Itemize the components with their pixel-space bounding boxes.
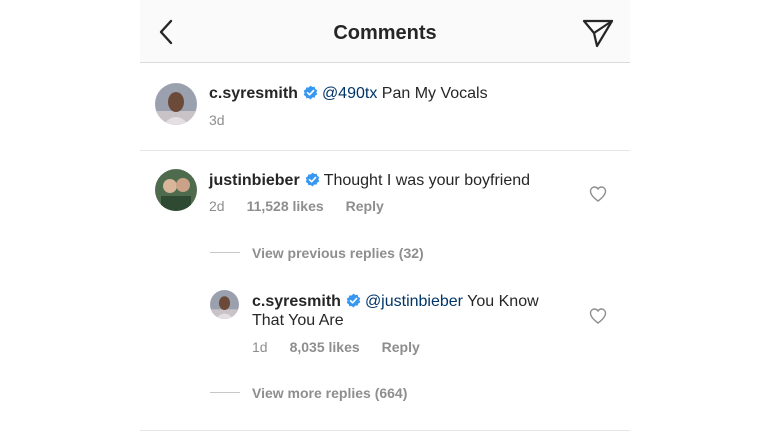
heart-icon (589, 308, 607, 324)
comment-reply-button[interactable]: Reply (346, 198, 384, 214)
reply-reply-button[interactable]: Reply (382, 339, 420, 355)
view-more-line (210, 392, 240, 393)
comment-text: justinbieber Thought I was your boyfriend (209, 171, 530, 190)
paper-plane-icon (582, 19, 614, 48)
comment-time: 2d (209, 198, 225, 214)
reply-likes[interactable]: 8,035 likes (290, 339, 360, 355)
view-more-replies[interactable]: View more replies (664) (252, 385, 407, 401)
comments-panel: Comments c.syresmith @490tx Pan My Vocals… (140, 0, 630, 432)
reply-mention[interactable]: @justinbieber (365, 293, 463, 310)
comment-like-button[interactable] (589, 186, 607, 202)
header-bar: Comments (140, 0, 630, 63)
reply-text: c.syresmith @justinbieber You Know That Y… (252, 292, 562, 330)
caption-avatar[interactable] (155, 83, 197, 125)
verified-badge-icon (305, 172, 319, 187)
reply-avatar[interactable] (210, 290, 239, 319)
reply-username[interactable]: c.syresmith (252, 293, 341, 310)
section-divider (140, 150, 630, 151)
caption-username[interactable]: c.syresmith (209, 85, 298, 102)
reply-meta: 1d 8,035 likes Reply (252, 339, 442, 355)
comment-likes[interactable]: 11,528 likes (247, 198, 324, 214)
comment-message: Thought I was your boyfriend (323, 172, 531, 189)
bottom-divider (140, 430, 630, 431)
comment-username[interactable]: justinbieber (209, 172, 300, 189)
comment-avatar[interactable] (155, 169, 197, 211)
share-button[interactable] (581, 17, 615, 49)
verified-badge-icon (346, 293, 361, 308)
heart-icon (589, 186, 607, 202)
page-title: Comments (333, 22, 437, 44)
reply-like-button[interactable] (589, 308, 607, 324)
reply-time: 1d (252, 339, 268, 355)
view-previous-replies[interactable]: View previous replies (32) (252, 245, 424, 261)
comment-meta: 2d 11,528 likes Reply (209, 198, 406, 214)
caption-text: c.syresmith @490tx Pan My Vocals (209, 84, 488, 103)
view-previous-line (210, 252, 240, 253)
caption-meta: 3d (209, 112, 247, 128)
caption-mention[interactable]: @490tx (322, 85, 377, 102)
caption-message: Pan My Vocals (381, 85, 488, 102)
caption-time: 3d (209, 112, 225, 128)
verified-badge-icon (303, 85, 318, 100)
